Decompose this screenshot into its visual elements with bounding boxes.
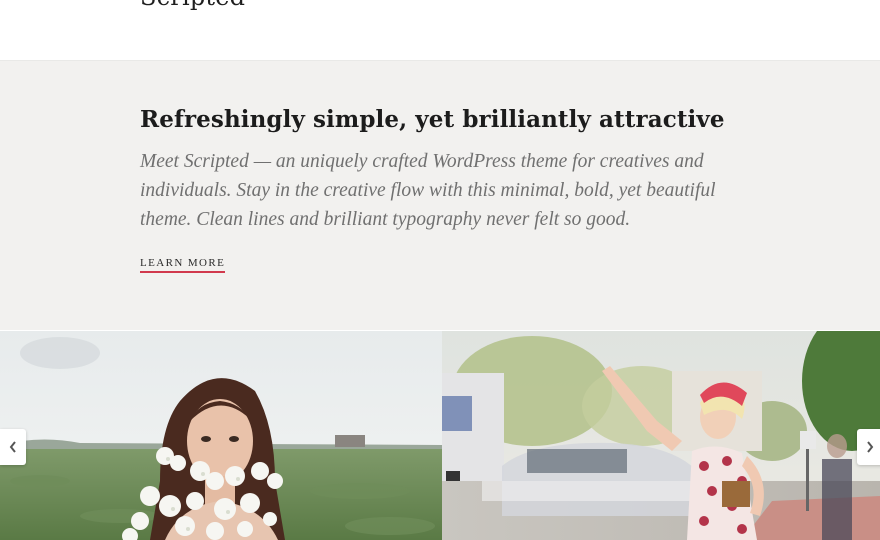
hamburger-menu-icon[interactable] <box>727 0 741 1</box>
gallery-photo-flowers[interactable] <box>0 331 442 540</box>
slider-prev-button[interactable] <box>0 429 26 465</box>
learn-more-link[interactable]: LEARN MORE <box>140 257 226 273</box>
site-header: Scripted <box>0 0 880 61</box>
chevron-left-icon <box>9 441 16 453</box>
slider-next-button[interactable] <box>857 429 880 465</box>
photo-gallery <box>0 331 880 540</box>
hero-description: Meet Scripted — an uniquely crafted Word… <box>140 151 716 230</box>
hero-title: Refreshingly simple, yet brilliantly att… <box>140 106 725 133</box>
site-logo[interactable]: Scripted <box>140 0 245 10</box>
hero-section: Refreshingly simple, yet brilliantly att… <box>0 61 880 330</box>
gallery-photo-street[interactable] <box>442 331 880 540</box>
chevron-right-icon <box>867 441 874 453</box>
